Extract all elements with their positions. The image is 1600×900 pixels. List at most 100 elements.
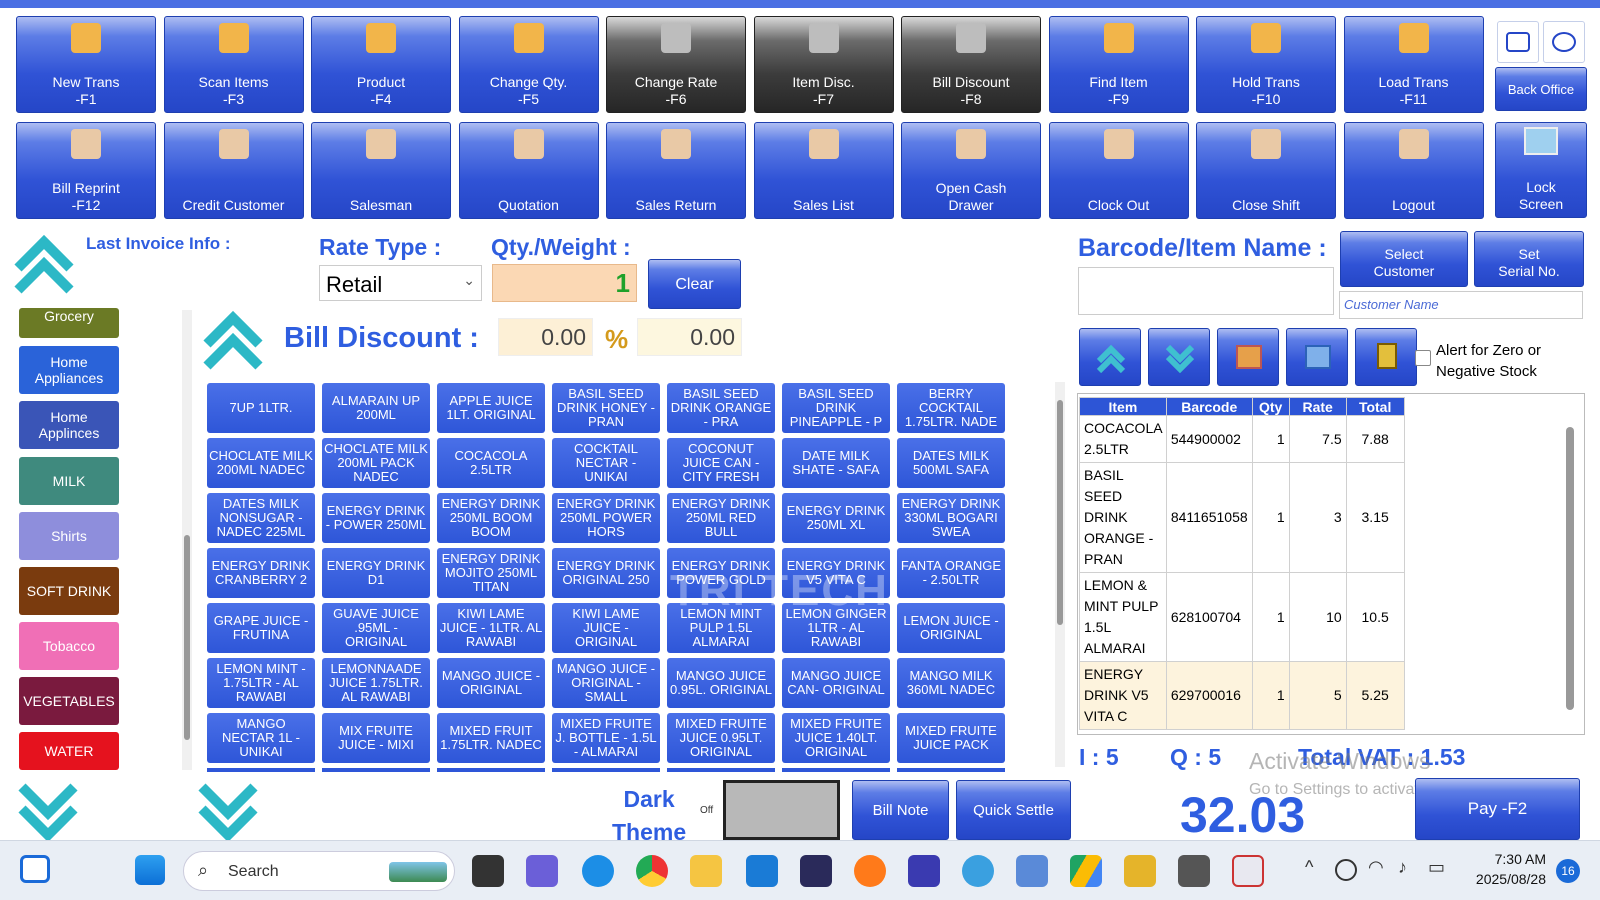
item-button[interactable]: ENERGY DRINK 250ML XL	[782, 493, 890, 543]
product-button[interactable]: Product -F4	[311, 16, 451, 113]
last-invoice-info[interactable]: Last Invoice Info :	[86, 234, 231, 254]
item-button-partial[interactable]	[897, 768, 1005, 772]
cart-header-total[interactable]: Total	[1345, 397, 1405, 416]
battery-icon[interactable]: ▭	[1428, 857, 1445, 878]
credit-customer-button[interactable]: Credit Customer	[163, 122, 304, 219]
clock[interactable]: 7:30 AM 2025/08/28	[1466, 849, 1546, 889]
category-shirts[interactable]: Shirts	[19, 512, 119, 560]
customer-name-input[interactable]: Customer Name	[1339, 291, 1583, 319]
item-button[interactable]: KIWI LAME JUICE - ORIGINAL	[552, 603, 660, 653]
item-button[interactable]: ENERGY DRINK 250ML BOOM BOOM	[437, 493, 545, 543]
category-soft-drink[interactable]: SOFT DRINK	[19, 567, 119, 615]
minimize-button[interactable]	[1543, 21, 1585, 63]
category-tobacco[interactable]: Tobacco	[19, 622, 119, 670]
item-button-partial[interactable]	[667, 768, 775, 772]
find-item-button[interactable]: Find Item -F9	[1048, 16, 1189, 113]
cart-up-button[interactable]	[1079, 328, 1141, 386]
item-button[interactable]: CHOCLATE MILK 200ML NADEC	[207, 438, 315, 488]
item-button[interactable]: MANGO NECTAR 1L - UNIKAI	[207, 713, 315, 763]
item-button[interactable]: MIXED FRUITE J. BOTTLE - 1.5L - ALMARAI	[552, 713, 660, 763]
item-button[interactable]: GRAPE JUICE - FRUTINA	[207, 603, 315, 653]
item-button[interactable]: DATES MILK NONSUGAR - NADEC 225ML	[207, 493, 315, 543]
clock-out-button[interactable]: Clock Out	[1048, 122, 1189, 219]
bill-note-button[interactable]: Bill Note	[852, 780, 949, 840]
barcode-input[interactable]	[1078, 267, 1334, 315]
item-button[interactable]: ENERGY DRINK 330ML BOGARI SWEA	[897, 493, 1005, 543]
item-button[interactable]: GUAVE JUICE .95ML - ORIGINAL	[322, 603, 430, 653]
file-explorer-icon[interactable]	[690, 855, 722, 887]
keyboard-button[interactable]	[1497, 21, 1539, 63]
scroll-down-icon[interactable]	[18, 781, 78, 841]
salesman-button[interactable]: Salesman	[311, 122, 451, 219]
store-icon[interactable]	[800, 855, 832, 887]
item-button[interactable]: LEMON JUICE - ORIGINAL	[897, 603, 1005, 653]
cart-stock-button[interactable]	[1217, 328, 1279, 386]
item-button[interactable]: ENERGY DRINK 250ML POWER HORS	[552, 493, 660, 543]
item-button[interactable]: MANGO JUICE - ORIGINAL	[437, 658, 545, 708]
taskbar-search[interactable]: ⌕ Search	[183, 851, 455, 891]
scroll-up-icon[interactable]	[14, 234, 74, 294]
category-scrollbar[interactable]	[182, 310, 192, 770]
item-button-partial[interactable]	[322, 768, 430, 772]
widgets-icon[interactable]	[20, 855, 50, 883]
item-button[interactable]: MANGO JUICE CAN- ORIGINAL	[782, 658, 890, 708]
category-home-applinces[interactable]: Home Applinces	[19, 401, 119, 449]
chevron-up-icon[interactable]: ^	[1305, 857, 1313, 878]
google-drive-icon[interactable]	[1070, 855, 1102, 887]
new-trans-button[interactable]: New Trans -F1	[16, 16, 156, 113]
category-water[interactable]: WATER	[19, 732, 119, 770]
item-button[interactable]: LEMON MINT - 1.75LTR - AL RAWABI	[207, 658, 315, 708]
item-button[interactable]: ENERGY DRINK 250ML RED BULL	[667, 493, 775, 543]
category-milk[interactable]: MILK	[19, 457, 119, 505]
cart-row[interactable]: LEMON & MINT PULP 1.5L ALMARAI 628100704 1…	[1079, 572, 1405, 662]
notification-badge[interactable]: 16	[1556, 859, 1580, 883]
sales-list-button[interactable]: Sales List	[753, 122, 894, 219]
item-button[interactable]: COCONUT JUICE CAN - CITY FRESH	[667, 438, 775, 488]
item-button[interactable]: DATES MILK 500ML SAFA	[897, 438, 1005, 488]
item-button[interactable]: COCACOLA 2.5LTR	[437, 438, 545, 488]
item-button[interactable]: MIX FRUITE JUICE - MIXI	[322, 713, 430, 763]
scroll-down-icon[interactable]	[198, 781, 258, 841]
cart-header-item[interactable]: Item	[1079, 397, 1167, 416]
item-button[interactable]: MANGO JUICE 0.95L. ORIGINAL	[667, 658, 775, 708]
item-button[interactable]: MIXED FRUIT 1.75LTR. NADEC	[437, 713, 545, 763]
task-view-icon[interactable]	[472, 855, 504, 887]
cart-header-barcode[interactable]: Barcode	[1165, 397, 1253, 416]
close-shift-button[interactable]: Close Shift	[1196, 122, 1336, 219]
category-vegetables[interactable]: VEGETABLES	[19, 677, 119, 725]
item-button[interactable]: ENERGY DRINK - POWER 250ML	[322, 493, 430, 543]
firefox-icon[interactable]	[854, 855, 886, 887]
item-button[interactable]: ENERGY DRINK D1	[322, 548, 430, 598]
chrome-icon[interactable]	[636, 855, 668, 887]
item-button[interactable]: MIXED FRUITE JUICE 1.40LT. ORIGINAL	[782, 713, 890, 763]
hold-trans-button[interactable]: Hold Trans -F10	[1196, 16, 1336, 113]
quotation-button[interactable]: Quotation	[458, 122, 599, 219]
load-trans-button[interactable]: Load Trans -F11	[1343, 16, 1484, 113]
bill-discount-percent-input[interactable]: 0.00	[498, 318, 593, 356]
qty-weight-input[interactable]: 1	[492, 264, 637, 302]
item-button[interactable]: FANTA ORANGE - 2.50LTR	[897, 548, 1005, 598]
key-icon[interactable]	[1124, 855, 1156, 887]
category-home-appliances[interactable]: Home Appliances	[19, 346, 119, 394]
item-button[interactable]: ENERGY DRINK MOJITO 250ML TITAN	[437, 548, 545, 598]
sales-return-button[interactable]: Sales Return	[606, 122, 746, 219]
item-button-partial[interactable]	[207, 768, 315, 772]
windows-start-icon[interactable]	[135, 855, 165, 885]
item-button[interactable]: MIXED FRUITE JUICE 0.95LT. ORIGINAL	[667, 713, 775, 763]
dark-theme-toggle[interactable]	[723, 780, 840, 840]
cart-row[interactable]: ENERGY DRINK V5 VITA C 629700016 1 5 5.25	[1079, 661, 1405, 730]
cart-header-qty[interactable]: Qty	[1251, 397, 1290, 416]
item-button[interactable]: 7UP 1LTR.	[207, 383, 315, 433]
item-button[interactable]: ENERGY DRINK ORIGINAL 250	[552, 548, 660, 598]
app-icon[interactable]	[908, 855, 940, 887]
alert-zero-stock-checkbox[interactable]	[1415, 350, 1431, 366]
cart-scroll-thumb[interactable]	[1566, 427, 1574, 710]
cart-header-rate[interactable]: Rate	[1288, 397, 1347, 416]
pay-button[interactable]: Pay -F2	[1415, 778, 1580, 840]
item-button-partial[interactable]	[552, 768, 660, 772]
cart-down-button[interactable]	[1148, 328, 1210, 386]
item-button[interactable]: BASIL SEED DRINK ORANGE - PRA	[667, 383, 775, 433]
edge-icon[interactable]	[582, 855, 614, 887]
set-serial-button[interactable]: Set Serial No.	[1474, 231, 1584, 287]
category-scroll-thumb[interactable]	[184, 535, 190, 740]
